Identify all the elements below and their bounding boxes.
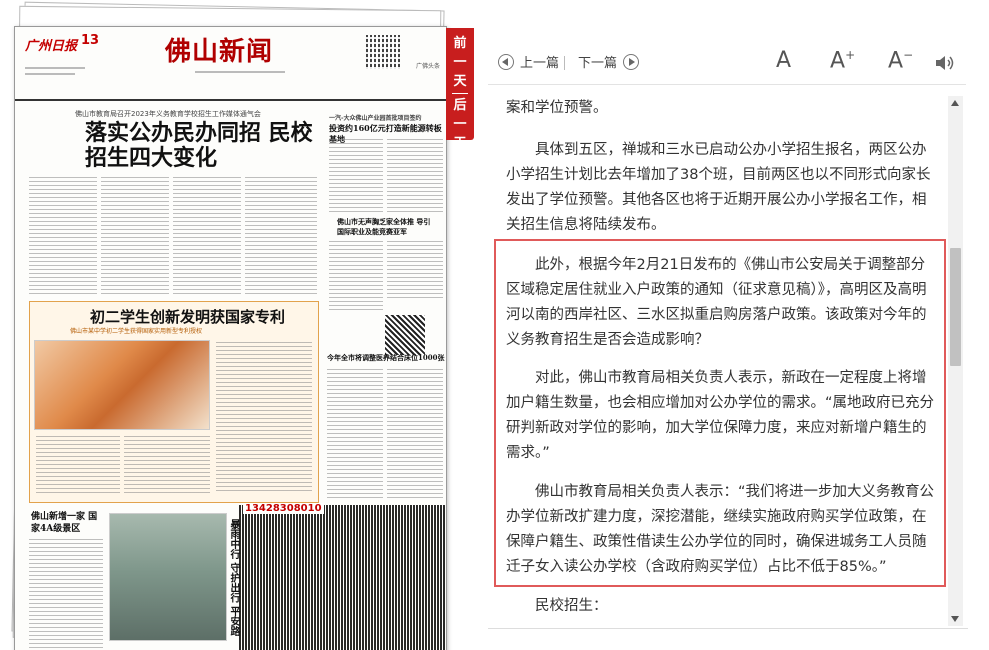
text-column <box>327 369 383 499</box>
qr-code-icon <box>385 315 425 355</box>
right-kicker: 一汽-大众佛山产业园首批项目签约 <box>329 115 422 122</box>
feature-subtitle: 佛山市某中学初二学生获得国家实用新型专利授权 <box>70 328 203 335</box>
chevron-left-icon <box>498 53 514 70</box>
font-larger-glyph: A <box>830 48 846 74</box>
feature-title: 初二学生创新发明获国家专利 <box>90 308 286 326</box>
next-day-button[interactable]: 后一天 <box>446 96 474 153</box>
newspaper-page-stack: 广州日报 13 佛山新闻 广佛头条 佛山市教育局召开2023年义务教育学校招生工… <box>11 1 452 650</box>
article-toolbar: 上一篇 下一篇 A A+ A− <box>488 44 968 80</box>
article-paragraph: 具体到五区，禅城和三水已启动公办小学招生报名，两区公办小学招生计划比去年增加了3… <box>506 142 931 233</box>
toolbar-divider-line <box>488 84 966 85</box>
text-column <box>329 139 383 213</box>
font-size-increase-button[interactable]: A+ <box>830 48 855 73</box>
ad-phone: 13428308010 <box>243 503 324 514</box>
qr-code-overlay <box>366 35 400 69</box>
text-column <box>387 139 443 213</box>
scrollbar-thumb[interactable] <box>950 248 961 366</box>
masthead-dateline <box>25 73 75 75</box>
minus-icon: − <box>903 48 914 62</box>
text-column <box>124 436 210 496</box>
masthead-tag: 广佛头条 <box>415 63 440 70</box>
prev-article-label: 上一篇 <box>520 56 560 71</box>
prev-article-button[interactable]: 上一篇 <box>498 52 559 71</box>
text-column <box>216 342 312 492</box>
day-navigation-ribbon: 前一天 后一天 <box>446 28 474 151</box>
text-column <box>387 369 443 499</box>
prev-day-button[interactable]: 前一天 <box>446 34 474 91</box>
text-column <box>36 436 120 496</box>
prev-day-label: 前一天 <box>453 36 467 89</box>
speaker-icon[interactable] <box>934 54 956 72</box>
masthead-dateline <box>25 67 85 69</box>
text-column <box>29 539 103 649</box>
lead-headline[interactable]: 落实公办民办同招 民校招生四大变化 <box>85 121 325 171</box>
next-article-label: 下一篇 <box>578 56 618 71</box>
bottom-headline[interactable]: 佛山新增一家 国家4A级景区 <box>31 511 101 535</box>
masthead: 广州日报 13 佛山新闻 广佛头条 <box>15 27 446 101</box>
vertical-headline[interactable]: 暴雨中行 守护出行 平安路 <box>225 519 239 636</box>
masthead-subline <box>195 71 285 73</box>
scroll-up-arrow-icon[interactable] <box>951 100 959 106</box>
article-paragraph: 民校招生： <box>535 598 608 614</box>
next-day-label: 后一天 <box>453 98 467 151</box>
font-size-normal-button[interactable]: A <box>776 48 791 73</box>
text-column <box>29 177 97 295</box>
masthead-title: 佛山新闻 <box>165 37 274 67</box>
article-paragraph: 案和学位预警。 <box>506 100 608 116</box>
feature-box[interactable]: 初二学生创新发明获国家专利 佛山市某中学初二学生获得国家实用新型专利授权 <box>29 301 319 503</box>
article-bottom-divider <box>488 628 968 629</box>
text-column <box>245 177 317 295</box>
plus-icon: + <box>845 48 856 62</box>
page-number: 13 <box>81 33 100 48</box>
font-smaller-glyph: A <box>888 48 904 74</box>
font-size-decrease-button[interactable]: A− <box>888 48 913 73</box>
newspaper-page[interactable]: 广州日报 13 佛山新闻 广佛头条 佛山市教育局召开2023年义务教育学校招生工… <box>14 26 447 650</box>
street-photo <box>109 513 227 641</box>
advertisement-block <box>239 505 445 650</box>
epaper-viewer: 广州日报 13 佛山新闻 广佛头条 佛山市教育局召开2023年义务教育学校招生工… <box>0 0 989 650</box>
students-photo <box>34 340 210 430</box>
next-article-button[interactable]: 下一篇 <box>578 52 640 71</box>
scroll-down-arrow-icon[interactable] <box>951 616 959 622</box>
toolbar-divider <box>564 56 565 70</box>
text-column <box>387 241 443 301</box>
text-column <box>173 177 241 295</box>
mid-headline[interactable]: 今年全市将调整医养结合床位1000张 <box>327 353 445 363</box>
font-normal-glyph: A <box>776 48 792 73</box>
brand-logo: 广州日报 <box>25 39 78 54</box>
text-column <box>101 177 169 295</box>
ribbon-divider <box>452 93 468 94</box>
text-column <box>329 241 383 311</box>
article-scrollbar[interactable] <box>948 96 963 626</box>
right-headline-2[interactable]: 佛山市无声胸乏家全体推 导引国际职业及能竞赛亚军 <box>337 217 437 237</box>
lead-kicker: 佛山市教育局召开2023年义务教育学校招生工作媒体通气会 <box>75 110 261 118</box>
highlighted-region <box>494 239 946 587</box>
chevron-right-icon <box>623 53 640 70</box>
